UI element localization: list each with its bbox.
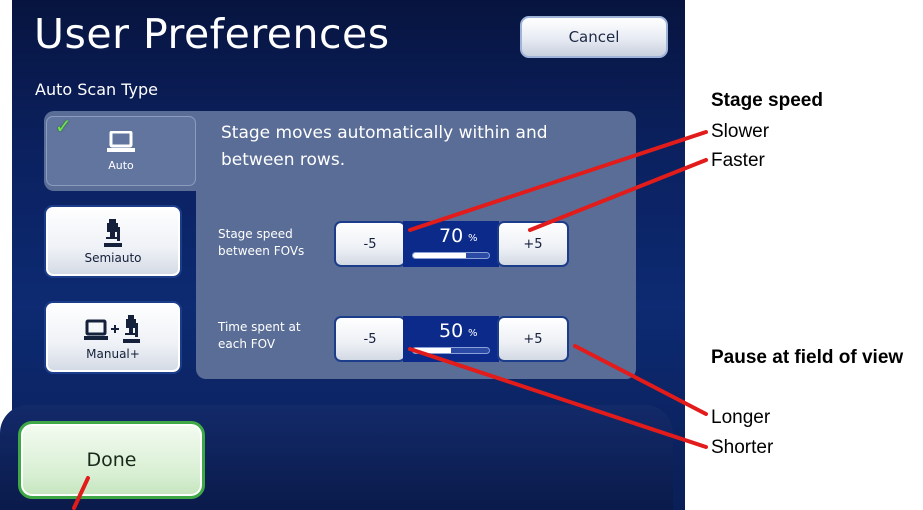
time-progress-fill xyxy=(413,348,451,353)
checkmark-icon: ✓ xyxy=(55,114,72,138)
time-spent-label-line2: each FOV xyxy=(218,337,276,351)
microscope-icon xyxy=(103,218,123,247)
mode-label-semiauto: Semiauto xyxy=(84,250,142,265)
time-value-display: 50 % xyxy=(403,316,499,362)
mode-label-manual-plus: Manual+ xyxy=(86,346,140,361)
stage-speed-label-line2: between FOVs xyxy=(218,244,305,258)
speed-value-display: 70 % xyxy=(403,221,499,267)
stage-speed-label-line1: Stage speed xyxy=(218,227,293,241)
done-button[interactable]: Done xyxy=(18,421,205,499)
callout-faster: Faster xyxy=(711,150,765,171)
time-spent-label-line1: Time spent at xyxy=(218,320,301,334)
time-value: 50 xyxy=(439,320,464,342)
page-title: User Preferences xyxy=(34,10,390,58)
mode-label-auto: Auto xyxy=(108,158,134,172)
callout-stage-speed: Stage speed xyxy=(711,90,823,111)
stage-speed-label: Stage speed between FOVs xyxy=(218,226,304,260)
mode-button-manual-plus[interactable]: Manual+ xyxy=(44,301,182,374)
speed-decrease-button[interactable]: -5 xyxy=(334,221,406,267)
callout-pause: Pause at field of view xyxy=(711,347,904,368)
laptop-icon xyxy=(107,130,135,153)
mode-button-semiauto[interactable]: Semiauto xyxy=(44,205,182,278)
callout-slower: Slower xyxy=(711,121,770,142)
auto-description: Stage moves automatically within and bet… xyxy=(221,123,548,170)
speed-value: 70 xyxy=(439,225,464,247)
speed-increase-button[interactable]: +5 xyxy=(497,221,569,267)
time-increase-button[interactable]: +5 xyxy=(497,316,569,362)
time-decrease-button[interactable]: -5 xyxy=(334,316,406,362)
speed-progress-fill xyxy=(413,253,467,258)
time-unit: % xyxy=(468,328,478,339)
laptop-plus-microscope-icon xyxy=(84,314,142,343)
time-progress-bar xyxy=(412,347,490,354)
auto-scan-type-label: Auto Scan Type xyxy=(35,80,158,99)
speed-progress-bar xyxy=(412,252,490,259)
callout-shorter: Shorter xyxy=(711,437,774,458)
callout-longer: Longer xyxy=(711,407,771,428)
speed-unit: % xyxy=(468,233,478,244)
time-spent-label: Time spent at each FOV xyxy=(218,319,301,353)
cancel-button[interactable]: Cancel xyxy=(520,16,668,58)
